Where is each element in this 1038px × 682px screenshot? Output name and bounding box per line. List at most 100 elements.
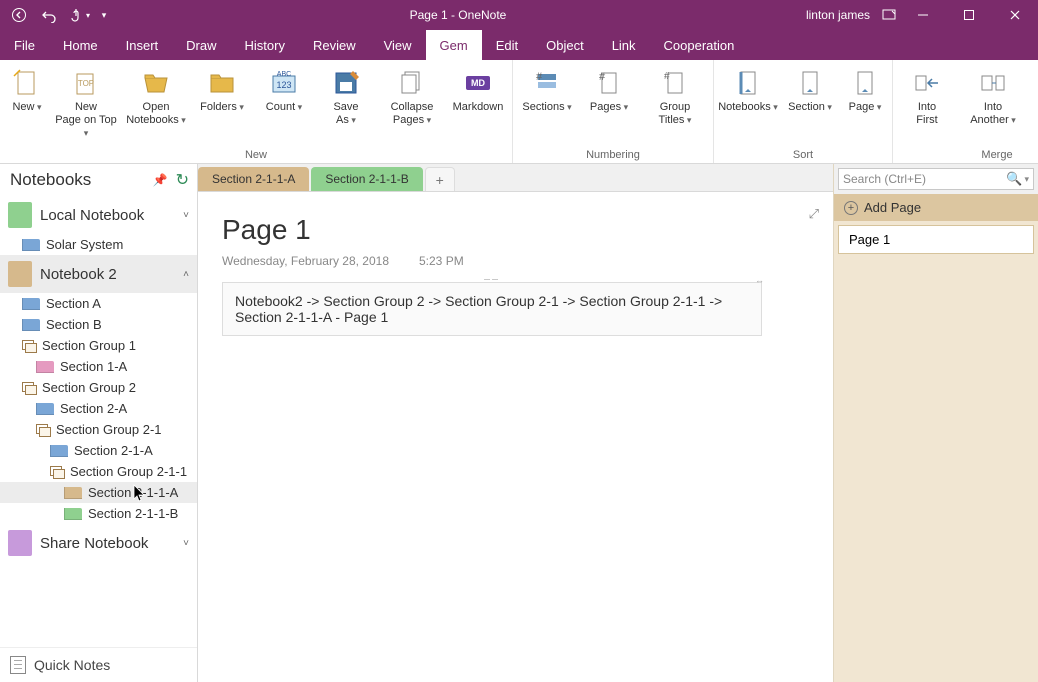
ribbon-folders-button[interactable]: Folders [192,63,252,127]
notebook-share-notebook[interactable]: Share Notebook˅ [0,524,197,562]
ribbon-group-titles-button[interactable]: #GroupTitles [641,63,709,127]
menu-file[interactable]: File [0,30,49,60]
ribbon-notebooks-button[interactable]: Notebooks [718,63,778,127]
touch-mode-button[interactable]: ▾ [68,4,90,26]
section-section-a[interactable]: Section A [0,293,197,314]
section-section-2-1-1-a[interactable]: Section 2-1-1-A [0,482,197,503]
into-another-icon [977,67,1009,99]
ribbon-button-label: Markdown [453,101,504,127]
user-name[interactable]: linton james [806,8,878,22]
menu-object[interactable]: Object [532,30,598,60]
menu-view[interactable]: View [370,30,426,60]
ribbon-new-button[interactable]: New [4,63,50,127]
sync-icon[interactable]: ↻ [176,170,189,190]
ribbon-group-label: Merge [897,147,1038,163]
ribbon-open-notebooks-button[interactable]: OpenNotebooks [122,63,190,127]
ribbon-group-numbering: #Sections#Pages#GroupTitlesNumbering [513,60,714,163]
section-tab-section-2-1-1-b[interactable]: Section 2-1-1-B [311,167,422,191]
notebook-local-notebook[interactable]: Local Notebook˅ [0,196,197,234]
note-grip-icon[interactable]: ┄┄ [484,275,500,286]
ribbon-collapse-pages-button[interactable]: CollapsePages [378,63,446,127]
menu-history[interactable]: History [231,30,299,60]
ribbon-into-another-button[interactable]: IntoAnother [959,63,1027,127]
menu-home[interactable]: Home [49,30,112,60]
save-as-icon [330,67,362,99]
close-button[interactable] [992,0,1038,30]
ribbon-button-label: Section [788,101,832,127]
search-icon[interactable]: 🔍 [1006,171,1022,187]
section-tab-icon [64,508,82,520]
section-tab-icon [36,403,54,415]
page-timestamp: Wednesday, February 28, 2018 5:23 PM [222,250,809,282]
ribbon-new-page-on-top-button[interactable]: TOPNewPage on Top [52,63,120,140]
section-tab-section-2-1-1-a[interactable]: Section 2-1-1-A [198,167,309,191]
pin-icon[interactable]: 📌 [153,173,168,187]
note-resize-icon[interactable]: ↔ [755,275,764,285]
ribbon-button-label: Page [849,101,882,127]
note-container[interactable]: ┄┄ ↔ Notebook2 -> Section Group 2 -> Sec… [222,282,762,336]
minimize-button[interactable] [900,0,946,30]
section-group-section-group-1[interactable]: Section Group 1 [0,335,197,356]
page-body[interactable]: ⤢ Page 1 Wednesday, February 28, 2018 5:… [198,192,833,682]
window-controls [900,0,1038,30]
section-section-2-1-1-b[interactable]: Section 2-1-1-B [0,503,197,524]
note-text[interactable]: Notebook2 -> Section Group 2 -> Section … [235,293,722,325]
ribbon-sections-button[interactable]: #Sections [517,63,577,127]
ribbon-page-button[interactable]: Page [842,63,888,127]
ribbon: NewTOPNewPage on TopOpenNotebooksFolders… [0,60,1038,164]
ribbon-button-label: IntoFirst [916,101,937,127]
menu-review[interactable]: Review [299,30,370,60]
ribbon-button-label: Pages [590,101,628,127]
section-section-1-a[interactable]: Section 1-A [0,356,197,377]
menu-bar: FileHomeInsertDrawHistoryReviewViewGemEd… [0,30,1038,60]
section-group-section-group-2-1[interactable]: Section Group 2-1 [0,419,197,440]
maximize-button[interactable] [946,0,992,30]
section-section-b[interactable]: Section B [0,314,197,335]
ribbon-display-options[interactable] [878,4,900,26]
section-section-2-a[interactable]: Section 2-A [0,398,197,419]
undo-button[interactable] [38,4,60,26]
ribbon-pages-button[interactable]: #Pages [579,63,639,127]
group-titles-icon: # [659,67,691,99]
ribbon-section-button[interactable]: Section [780,63,840,127]
page-list-item[interactable]: Page 1 [838,225,1034,254]
section-group-section-group-2-1-1[interactable]: Section Group 2-1-1 [0,461,197,482]
ribbon-split-heading1-button[interactable]: SplitHeading1 [1029,63,1038,127]
menu-gem[interactable]: Gem [426,30,482,60]
ribbon-count-button[interactable]: 123ABCCount [254,63,314,127]
menu-cooperation[interactable]: Cooperation [650,30,749,60]
add-page-button[interactable]: + Add Page [834,194,1038,221]
section-group-section-group-2[interactable]: Section Group 2 [0,377,197,398]
full-page-view-icon[interactable]: ⤢ [809,206,819,222]
quick-notes-button[interactable]: Quick Notes [0,647,197,682]
back-button[interactable] [8,4,30,26]
search-input[interactable]: Search (Ctrl+E) 🔍 ▾ [838,168,1034,190]
svg-text:TOP: TOP [78,79,94,88]
notebook-notebook-2[interactable]: Notebook 2˄ [0,255,197,293]
section-solar-system[interactable]: Solar System [0,234,197,255]
ribbon-group-label: New [4,147,508,163]
search-dropdown-icon[interactable]: ▾ [1024,174,1029,185]
section-group-icon [50,466,64,478]
chevron-icon: ˅ [183,538,189,549]
ribbon-into-first-button[interactable]: IntoFirst [897,63,957,127]
ribbon-markdown-button[interactable]: MDMarkdown [448,63,508,127]
menu-draw[interactable]: Draw [172,30,230,60]
add-section-button[interactable]: + [425,167,455,191]
add-page-label: Add Page [864,200,921,215]
nav-header: Notebooks 📌 ↻ [0,164,197,196]
menu-link[interactable]: Link [598,30,650,60]
qat-customize-button[interactable]: ▾ [98,4,110,26]
menu-insert[interactable]: Insert [112,30,173,60]
section-tab-icon [22,298,40,310]
collapse-pages-icon [396,67,428,99]
quick-notes-label: Quick Notes [34,657,110,673]
page-time: 5:23 PM [419,254,464,268]
menu-edit[interactable]: Edit [482,30,532,60]
new-icon [11,67,43,99]
section-section-2-1-a[interactable]: Section 2-1-A [0,440,197,461]
page-title[interactable]: Page 1 [222,210,809,250]
ribbon-save-as-button[interactable]: SaveAs [316,63,376,127]
new-page-on-top-icon: TOP [70,67,102,99]
section-group-icon [22,382,36,394]
